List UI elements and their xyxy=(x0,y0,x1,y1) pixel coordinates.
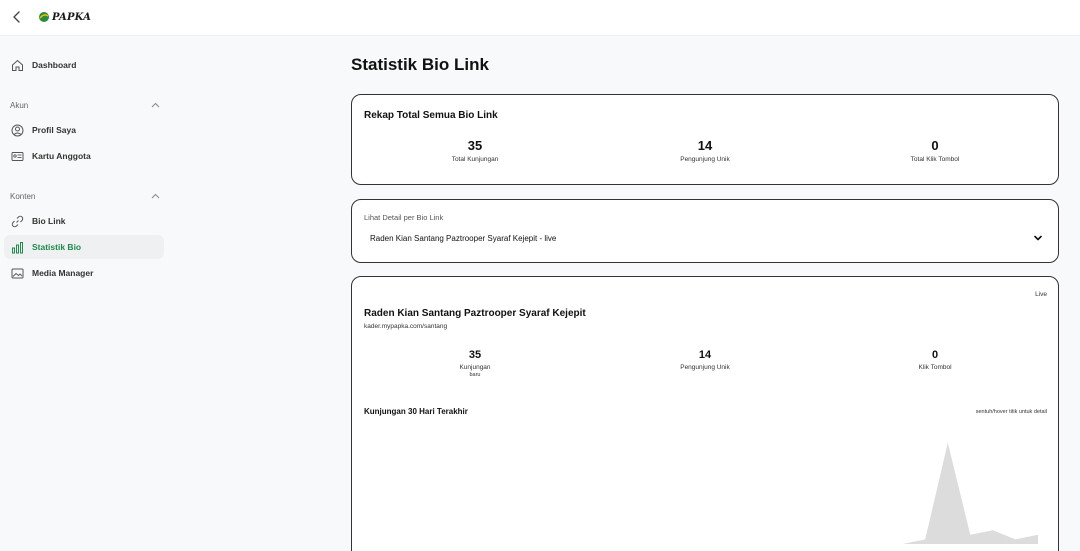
data-point[interactable] xyxy=(966,531,974,539)
sidebar-item-label: Dashboard xyxy=(32,60,77,70)
data-point[interactable] xyxy=(786,540,794,548)
data-point[interactable] xyxy=(515,540,523,548)
data-point[interactable] xyxy=(628,540,636,548)
stat-kunjungan: 35 Kunjungan baru xyxy=(415,349,535,380)
data-point[interactable] xyxy=(560,540,568,548)
stat-label: Pengunjung Unik xyxy=(680,364,730,371)
data-point[interactable] xyxy=(493,540,501,548)
data-point[interactable] xyxy=(1011,535,1019,543)
data-point[interactable] xyxy=(831,540,839,548)
chart-title: Kunjungan 30 Hari Terakhir xyxy=(364,407,468,416)
chevron-up-icon xyxy=(151,193,160,199)
stat-total-klik: 0 Total Klik Tombol xyxy=(875,138,995,164)
section-konten[interactable]: Konten xyxy=(10,190,160,202)
user-circle-icon xyxy=(11,124,24,137)
select-label: Lihat Detail per Bio Link xyxy=(364,213,444,222)
data-point[interactable] xyxy=(763,540,771,548)
data-point[interactable] xyxy=(583,540,591,548)
stat-pengunjung-unik: 14 Pengunjung Unik xyxy=(645,349,765,372)
data-point[interactable] xyxy=(876,540,884,548)
stat-value: 35 xyxy=(468,349,482,361)
data-point[interactable] xyxy=(718,540,726,548)
visits-area[interactable] xyxy=(384,442,1038,544)
data-point[interactable] xyxy=(696,540,704,548)
data-point[interactable] xyxy=(470,540,478,548)
stat-label: Pengunjung Unik xyxy=(680,156,730,163)
summary-card: Rekap Total Semua Bio Link 35 Total Kunj… xyxy=(351,94,1059,185)
visits-area-chart[interactable] xyxy=(364,419,1048,549)
status-badge: Live xyxy=(1035,291,1047,298)
sidebar-item-profil[interactable]: Profil Saya xyxy=(4,118,164,142)
sidebar-item-label: Profil Saya xyxy=(32,125,76,135)
stat-value: 14 xyxy=(697,138,713,153)
stat-value: 0 xyxy=(931,349,939,361)
data-point[interactable] xyxy=(380,540,388,548)
data-point[interactable] xyxy=(606,540,614,548)
sidebar-item-dashboard[interactable]: Dashboard xyxy=(4,53,164,77)
stat-value: 14 xyxy=(698,349,712,361)
data-point[interactable] xyxy=(538,540,546,548)
detail-select-card: Lihat Detail per Bio Link Raden Kian San… xyxy=(351,199,1059,263)
data-point[interactable] xyxy=(921,535,929,543)
data-point[interactable] xyxy=(448,540,456,548)
detail-card: Live Raden Kian Santang Paztrooper Syara… xyxy=(351,276,1059,551)
stat-label: Total Kunjungan xyxy=(451,156,499,163)
stat-value: 35 xyxy=(467,138,483,153)
sidebar-item-label: Media Manager xyxy=(32,268,94,278)
id-card-icon xyxy=(11,150,24,163)
app-logo[interactable]: PAPKA xyxy=(38,10,91,24)
sidebar: Dashboard Akun Profil Saya Kartu Anggota… xyxy=(0,37,170,551)
page-title: Statistik Bio Link xyxy=(351,55,489,74)
stat-label: Kunjungan xyxy=(459,364,491,371)
sidebar-item-biolink[interactable]: Bio Link xyxy=(4,209,164,233)
bar-chart-icon xyxy=(11,241,24,254)
stat-total-kunjungan: 35 Total Kunjungan xyxy=(415,138,535,164)
link-icon xyxy=(11,215,24,228)
biolink-url[interactable]: kader.mypapka.com/santang xyxy=(364,323,447,330)
data-point[interactable] xyxy=(989,526,997,534)
biolink-select[interactable]: Raden Kian Santang Paztrooper Syaraf Kej… xyxy=(364,228,1048,248)
data-point[interactable] xyxy=(944,439,952,447)
sidebar-item-media[interactable]: Media Manager xyxy=(4,261,164,285)
back-button[interactable] xyxy=(9,9,25,25)
data-point[interactable] xyxy=(809,540,817,548)
chevron-down-icon xyxy=(1034,235,1042,241)
sidebar-item-statistik[interactable]: Statistik Bio xyxy=(4,235,164,259)
stat-label: Total Klik Tombol xyxy=(910,156,960,163)
chart-hint: sentuh/hover titik untuk detail xyxy=(975,409,1047,415)
section-akun[interactable]: Akun xyxy=(10,99,160,111)
data-point[interactable] xyxy=(403,540,411,548)
logo-mark-icon xyxy=(39,12,49,22)
data-point[interactable] xyxy=(854,540,862,548)
logo-text: PAPKA xyxy=(52,11,92,23)
sidebar-item-kartu[interactable]: Kartu Anggota xyxy=(4,144,164,168)
stat-klik-tombol: 0 Klik Tombol xyxy=(875,349,995,372)
stat-sublabel: baru xyxy=(469,372,481,379)
sidebar-item-label: Kartu Anggota xyxy=(32,151,91,161)
data-point[interactable] xyxy=(741,540,749,548)
biolink-name: Raden Kian Santang Paztrooper Syaraf Kej… xyxy=(364,308,586,319)
chevron-up-icon xyxy=(151,102,160,108)
data-point[interactable] xyxy=(1034,531,1042,539)
chevron-left-icon xyxy=(13,11,20,23)
summary-title: Rekap Total Semua Bio Link xyxy=(364,110,498,121)
data-point[interactable] xyxy=(651,540,659,548)
top-bar: PAPKA xyxy=(0,0,1080,36)
image-icon xyxy=(11,267,24,280)
stat-value: 0 xyxy=(931,138,939,153)
sidebar-item-label: Statistik Bio xyxy=(32,242,82,252)
data-point[interactable] xyxy=(899,540,907,548)
stat-label: Klik Tombol xyxy=(918,364,952,371)
home-icon xyxy=(11,59,24,72)
section-label: Konten xyxy=(10,191,36,201)
data-point[interactable] xyxy=(425,540,433,548)
select-value: Raden Kian Santang Paztrooper Syaraf Kej… xyxy=(370,233,557,243)
stat-pengunjung-unik: 14 Pengunjung Unik xyxy=(645,138,765,164)
data-point[interactable] xyxy=(673,540,681,548)
section-label: Akun xyxy=(10,100,29,110)
sidebar-item-label: Bio Link xyxy=(32,216,66,226)
